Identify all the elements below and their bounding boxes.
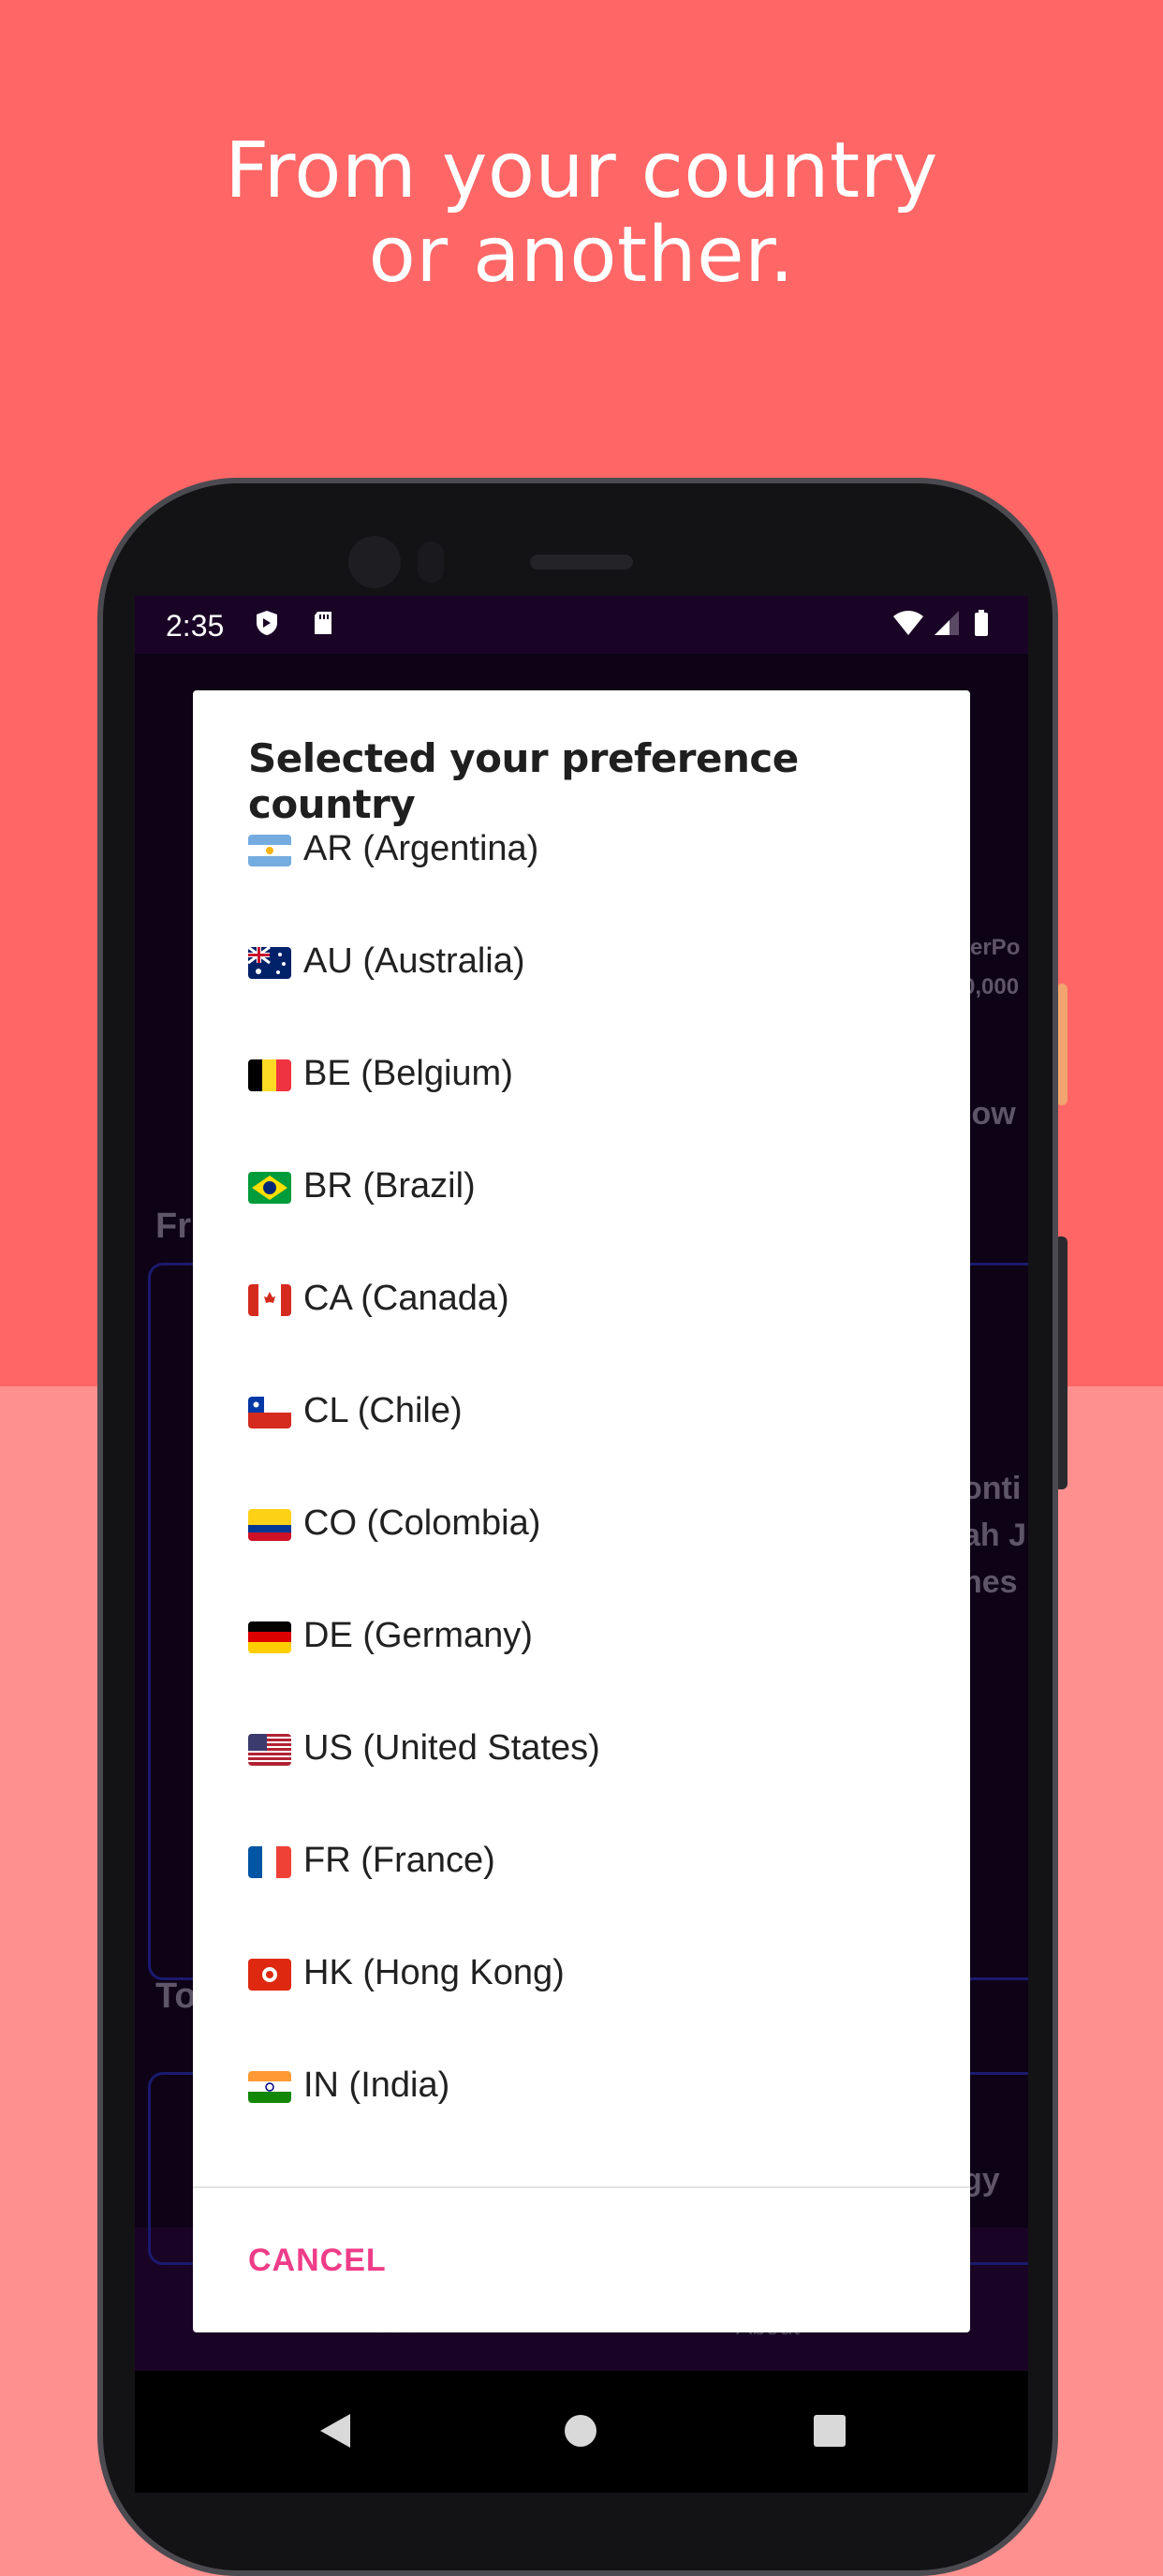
bg-section-fragment: To: [155, 1976, 197, 2016]
flag-br-icon: [248, 1172, 291, 1204]
headline: From your country or another.: [0, 129, 1163, 298]
headline-line-2: or another.: [368, 211, 795, 300]
flag-de-icon: [248, 1621, 291, 1653]
country-label: AR (Argentina): [303, 829, 539, 868]
wifi-icon: [893, 611, 923, 635]
home-icon[interactable]: [564, 2414, 597, 2448]
country-label: FR (France): [303, 1841, 495, 1880]
country-label: US (United States): [303, 1728, 600, 1768]
recents-icon[interactable]: [813, 2414, 846, 2448]
country-picker-dialog: Selected your preference country AR (Arg…: [193, 690, 970, 2332]
country-item-hk[interactable]: HK (Hong Kong): [193, 1917, 970, 2030]
bg-section-fragment: Fr: [155, 1207, 191, 1246]
bg-fragment: nes: [963, 1564, 1018, 1600]
country-label: CO (Colombia): [303, 1503, 541, 1543]
country-label: DE (Germany): [303, 1616, 533, 1655]
bg-fragment: ah J: [963, 1517, 1027, 1553]
country-item-br[interactable]: BR (Brazil): [193, 1131, 970, 1243]
country-item-cl[interactable]: CL (Chile): [193, 1355, 970, 1468]
sd-card-icon: [315, 612, 331, 634]
country-label: IN (India): [303, 2065, 450, 2105]
flag-co-icon: [248, 1509, 291, 1541]
flag-in-icon: [248, 2071, 291, 2103]
country-item-us[interactable]: US (United States): [193, 1693, 970, 1805]
back-icon[interactable]: [318, 2412, 352, 2450]
flag-au-icon: [248, 947, 291, 979]
country-item-au[interactable]: AU (Australia): [193, 906, 970, 1018]
shield-icon: [257, 611, 277, 635]
camera-icon: [348, 536, 401, 588]
country-item-fr[interactable]: FR (France): [193, 1805, 970, 1917]
country-item-be[interactable]: BE (Belgium): [193, 1018, 970, 1131]
cancel-button[interactable]: CANCEL: [248, 2243, 387, 2279]
status-time: 2:35: [166, 609, 225, 643]
bg-fragment: onti: [963, 1471, 1022, 1506]
country-item-in[interactable]: IN (India): [193, 2030, 970, 2142]
bg-fragment: 0,000: [963, 974, 1020, 999]
bg-fragment: terPo: [963, 935, 1021, 960]
signal-icon: [935, 611, 959, 635]
country-label: CL (Chile): [303, 1391, 463, 1430]
country-label: CA (Canada): [303, 1279, 509, 1318]
headline-line-1: From your country: [225, 126, 938, 215]
country-item-ca[interactable]: CA (Canada): [193, 1243, 970, 1355]
country-item-co[interactable]: CO (Colombia): [193, 1468, 970, 1580]
sensor: [418, 541, 444, 583]
battery-icon: [975, 610, 988, 636]
country-label: BR (Brazil): [303, 1166, 476, 1206]
country-label: AU (Australia): [303, 941, 525, 981]
country-item-ar[interactable]: AR (Argentina): [193, 793, 970, 906]
country-label: BE (Belgium): [303, 1054, 513, 1093]
system-nav-bar: [135, 2371, 1028, 2493]
status-bar: 2:35: [135, 596, 1028, 654]
flag-ar-icon: [248, 835, 291, 866]
bg-fragment: low: [963, 1096, 1016, 1132]
speaker: [530, 555, 633, 570]
flag-us-icon: [248, 1734, 291, 1766]
country-label: HK (Hong Kong): [303, 1953, 565, 1992]
flag-hk-icon: [248, 1959, 291, 1991]
flag-cl-icon: [248, 1397, 291, 1429]
flag-fr-icon: [248, 1846, 291, 1878]
dialog-divider: [193, 2186, 970, 2188]
country-list: AR (Argentina) AU (Australia) BE (Belgiu…: [193, 793, 970, 2142]
country-item-de[interactable]: DE (Germany): [193, 1580, 970, 1693]
flag-ca-icon: [248, 1284, 291, 1316]
flag-be-icon: [248, 1059, 291, 1091]
